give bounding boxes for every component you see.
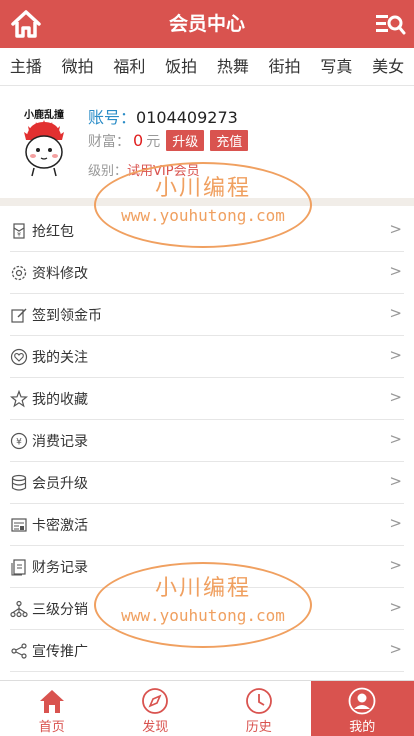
red-packet-icon: ¥ bbox=[13, 222, 25, 239]
yuan-icon: ¥ bbox=[10, 432, 28, 449]
tab-label: 我的 bbox=[349, 720, 376, 735]
chevron-right-icon: > bbox=[389, 598, 402, 616]
compass-icon bbox=[142, 688, 169, 714]
category-tab[interactable]: 热舞 bbox=[207, 48, 259, 85]
menu-item-label: 资料修改 bbox=[32, 265, 88, 282]
svg-text:¥: ¥ bbox=[17, 231, 21, 238]
menu-item[interactable]: 我的关注 > bbox=[10, 336, 404, 378]
upgrade-button[interactable]: 升级 bbox=[166, 130, 205, 151]
category-tab[interactable]: 美女 bbox=[362, 48, 414, 85]
menu-item[interactable]: 会员升级 > bbox=[10, 462, 404, 504]
category-nav: 主播 微拍 福利 饭拍 热舞 街拍 写真 美女 bbox=[0, 48, 414, 86]
hierarchy-icon bbox=[10, 600, 28, 617]
menu-item-label: 会员升级 bbox=[32, 475, 88, 492]
tab-label: 发现 bbox=[142, 720, 169, 735]
category-tab[interactable]: 饭拍 bbox=[155, 48, 207, 85]
chevron-right-icon: > bbox=[389, 220, 402, 238]
heart-icon bbox=[10, 348, 28, 365]
profile-card: 小鹿乱撞 账号：0104409273 财富： 0 元 升级 充值 级别：试用VI… bbox=[0, 86, 414, 198]
level-label: 级别： bbox=[88, 164, 128, 179]
wealth-line: 财富： 0 元 升级 充值 bbox=[88, 130, 249, 151]
menu-item-label: 我的关注 bbox=[32, 349, 88, 366]
recharge-button[interactable]: 充值 bbox=[210, 130, 249, 151]
chevron-right-icon: > bbox=[389, 640, 402, 658]
database-icon bbox=[11, 474, 27, 491]
account-value: 0104409273 bbox=[136, 108, 238, 127]
tab-mine[interactable]: 我的 bbox=[310, 681, 414, 736]
category-tab[interactable]: 街拍 bbox=[259, 48, 311, 85]
chevron-right-icon: > bbox=[389, 262, 402, 280]
app-header: 会员中心 bbox=[0, 0, 414, 48]
chevron-right-icon: > bbox=[389, 388, 402, 406]
menu-item-label: 我的收藏 bbox=[32, 391, 88, 408]
chevron-right-icon: > bbox=[389, 304, 402, 322]
category-tab[interactable]: 主播 bbox=[0, 48, 52, 85]
chevron-right-icon: > bbox=[389, 430, 402, 448]
page-title: 会员中心 bbox=[168, 13, 245, 35]
chevron-right-icon: > bbox=[389, 514, 402, 532]
menu-item[interactable]: 我的收藏 > bbox=[10, 378, 404, 420]
tab-history[interactable]: 历史 bbox=[207, 681, 311, 736]
chevron-right-icon: > bbox=[389, 472, 402, 490]
category-tab[interactable]: 微拍 bbox=[52, 48, 104, 85]
account-label: 账号： bbox=[88, 108, 137, 127]
menu-item[interactable]: 财务记录 > bbox=[10, 546, 404, 588]
gear-icon bbox=[11, 265, 27, 280]
menu-item-label: 财务记录 bbox=[32, 559, 88, 576]
wealth-label: 财富： bbox=[88, 133, 130, 150]
menu-item[interactable]: 三级分销 > bbox=[10, 588, 404, 630]
menu-item-label: 消费记录 bbox=[32, 433, 88, 450]
category-tab[interactable]: 写真 bbox=[311, 48, 363, 85]
avatar-image bbox=[24, 120, 64, 177]
chevron-right-icon: > bbox=[389, 556, 402, 574]
edit-icon bbox=[11, 308, 27, 323]
menu-item[interactable]: 卡密激活 > bbox=[10, 504, 404, 546]
category-tab[interactable]: 福利 bbox=[104, 48, 156, 85]
section-divider bbox=[0, 198, 414, 206]
account-line: 账号：0104409273 bbox=[88, 104, 238, 128]
svg-text:¥: ¥ bbox=[16, 437, 22, 447]
document-icon bbox=[11, 558, 26, 576]
tab-label: 历史 bbox=[245, 720, 272, 735]
level-value: 试用VIP会员 bbox=[127, 164, 200, 179]
tab-home[interactable]: 首页 bbox=[0, 681, 104, 736]
menu-item[interactable]: ¥ 抢红包 > bbox=[10, 210, 404, 252]
menu-item[interactable]: 资料修改 > bbox=[10, 252, 404, 294]
tab-discover[interactable]: 发现 bbox=[104, 681, 208, 736]
level-line: 级别：试用VIP会员 bbox=[88, 160, 200, 179]
avatar[interactable]: 小鹿乱撞 bbox=[18, 106, 70, 177]
menu-item[interactable]: 签到领金币 > bbox=[10, 294, 404, 336]
member-menu-list: ¥ 抢红包 > 资料修改 > 签到领金币 > 我的关注 > 我的收藏 > ¥ 消费记录 > 会员升级 > 卡密激… bbox=[0, 210, 414, 672]
menu-item-label: 抢红包 bbox=[32, 223, 74, 240]
share-icon bbox=[11, 642, 27, 659]
menu-item-label: 三级分销 bbox=[32, 601, 88, 618]
menu-item[interactable]: ¥ 消费记录 > bbox=[10, 420, 404, 462]
menu-item[interactable]: 宣传推广 > bbox=[10, 630, 404, 672]
menu-item-label: 卡密激活 bbox=[32, 517, 88, 534]
search-menu-icon[interactable] bbox=[374, 8, 406, 40]
chevron-right-icon: > bbox=[389, 346, 402, 364]
user-icon bbox=[348, 687, 376, 715]
clock-icon bbox=[245, 688, 272, 714]
menu-item-label: 签到领金币 bbox=[32, 307, 102, 324]
wealth-value: 0 bbox=[133, 131, 144, 150]
menu-item-label: 宣传推广 bbox=[32, 643, 88, 660]
bottom-tab-bar: 首页 发现 历史 我的 bbox=[0, 680, 414, 736]
tab-label: 首页 bbox=[38, 720, 65, 735]
wealth-unit: 元 bbox=[146, 133, 161, 150]
star-icon bbox=[10, 389, 28, 407]
card-icon bbox=[11, 517, 27, 532]
home-icon bbox=[39, 690, 64, 713]
